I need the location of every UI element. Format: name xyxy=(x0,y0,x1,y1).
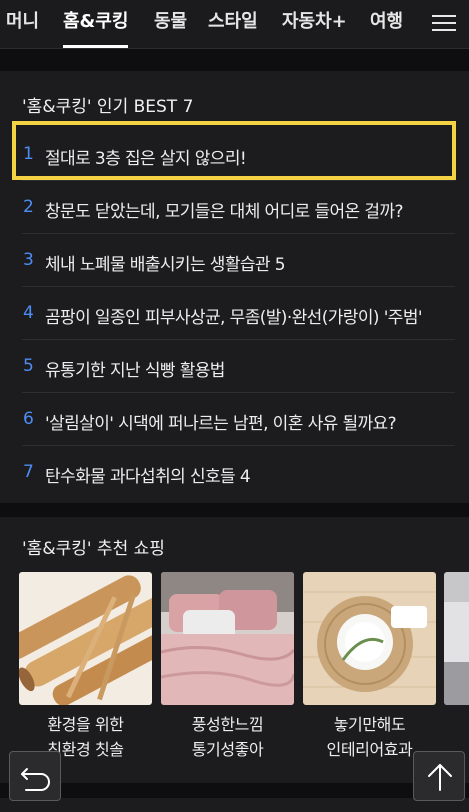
product-card-partial[interactable] xyxy=(444,572,469,705)
undo-arrow-icon[interactable] xyxy=(9,751,61,801)
section-divider xyxy=(0,783,469,798)
tab-animals[interactable]: 동물 xyxy=(154,0,187,48)
article-title[interactable]: 체내 노폐물 배출시키는 생활습관 5 xyxy=(45,250,286,275)
article-title[interactable]: 탄수화물 과다섭취의 신호들 4 xyxy=(45,462,251,487)
next-section xyxy=(0,798,469,812)
article-title[interactable]: 곰팡이 일종인 피부사상균, 무좀(발)·완선(가랑이) '주범' xyxy=(45,303,423,328)
article-title[interactable]: '살림살이' 시댁에 퍼나르는 남편, 이혼 사유 될까요? xyxy=(45,409,397,434)
list-item[interactable]: 5 유통기한 지난 식빵 활용법 xyxy=(0,340,469,393)
product-image[interactable] xyxy=(161,572,294,705)
rank-number: 5 xyxy=(23,356,34,376)
list-item[interactable]: 3 체내 노폐물 배출시키는 생활습관 5 xyxy=(0,234,469,287)
product-image[interactable] xyxy=(303,572,436,705)
section-divider xyxy=(0,503,469,517)
product-image[interactable] xyxy=(19,572,152,705)
tab-style[interactable]: 스타일 xyxy=(208,0,258,48)
selection-highlight xyxy=(12,121,456,180)
tab-travel[interactable]: 여행 xyxy=(370,0,403,48)
tab-home-cooking[interactable]: 홈&쿠킹 xyxy=(63,0,129,48)
list-item[interactable]: 6 '살림살이' 시댁에 퍼나르는 남편, 이혼 사유 될까요? xyxy=(0,393,469,446)
article-title[interactable]: 유통기한 지난 식빵 활용법 xyxy=(45,356,225,381)
tab-cars[interactable]: 자동차+ xyxy=(282,0,347,48)
product-card[interactable]: 환경을 위한 친환경 칫솔 xyxy=(19,572,152,759)
article-title[interactable]: 창문도 닫았는데, 모기들은 대체 어디로 들어온 걸까? xyxy=(45,197,403,222)
section-divider xyxy=(0,49,469,71)
list-item[interactable]: 2 창문도 닫았는데, 모기들은 대체 어디로 들어온 걸까? xyxy=(0,181,469,234)
rank-number: 7 xyxy=(23,462,34,482)
best-section-title: '홈&쿠킹' 인기 BEST 7 xyxy=(22,97,194,117)
product-card[interactable]: 풍성한느낌 통기성좋아 xyxy=(161,572,294,759)
product-title-line: 풍성한느낌 xyxy=(191,715,264,734)
product-image[interactable] xyxy=(444,572,469,705)
rank-number: 3 xyxy=(23,250,34,270)
list-item[interactable]: 7 탄수화물 과다섭취의 신호들 4 xyxy=(0,446,469,499)
list-item[interactable]: 4 곰팡이 일종인 피부사상균, 무좀(발)·완선(가랑이) '주범' xyxy=(0,287,469,340)
shopping-section-title: '홈&쿠킹' 추천 쇼핑 xyxy=(22,539,165,559)
tab-money[interactable]: 머니 xyxy=(6,0,39,48)
hamburger-menu-icon[interactable] xyxy=(417,0,469,48)
product-card[interactable]: 놓기만해도 인테리어효과 xyxy=(303,572,436,759)
rank-number: 2 xyxy=(23,197,34,217)
arrow-up-icon[interactable] xyxy=(413,751,465,801)
rank-number: 6 xyxy=(23,409,34,429)
product-title-line: 통기성좋아 xyxy=(191,740,264,759)
category-nav: 머니 홈&쿠킹 동물 스타일 자동차+ 여행 xyxy=(0,0,469,49)
product-title[interactable]: 풍성한느낌 통기성좋아 xyxy=(161,712,294,762)
rank-number: 4 xyxy=(23,303,34,323)
product-title-line: 놓기만해도 xyxy=(333,715,406,734)
product-title-line: 환경을 위한 xyxy=(47,715,124,734)
